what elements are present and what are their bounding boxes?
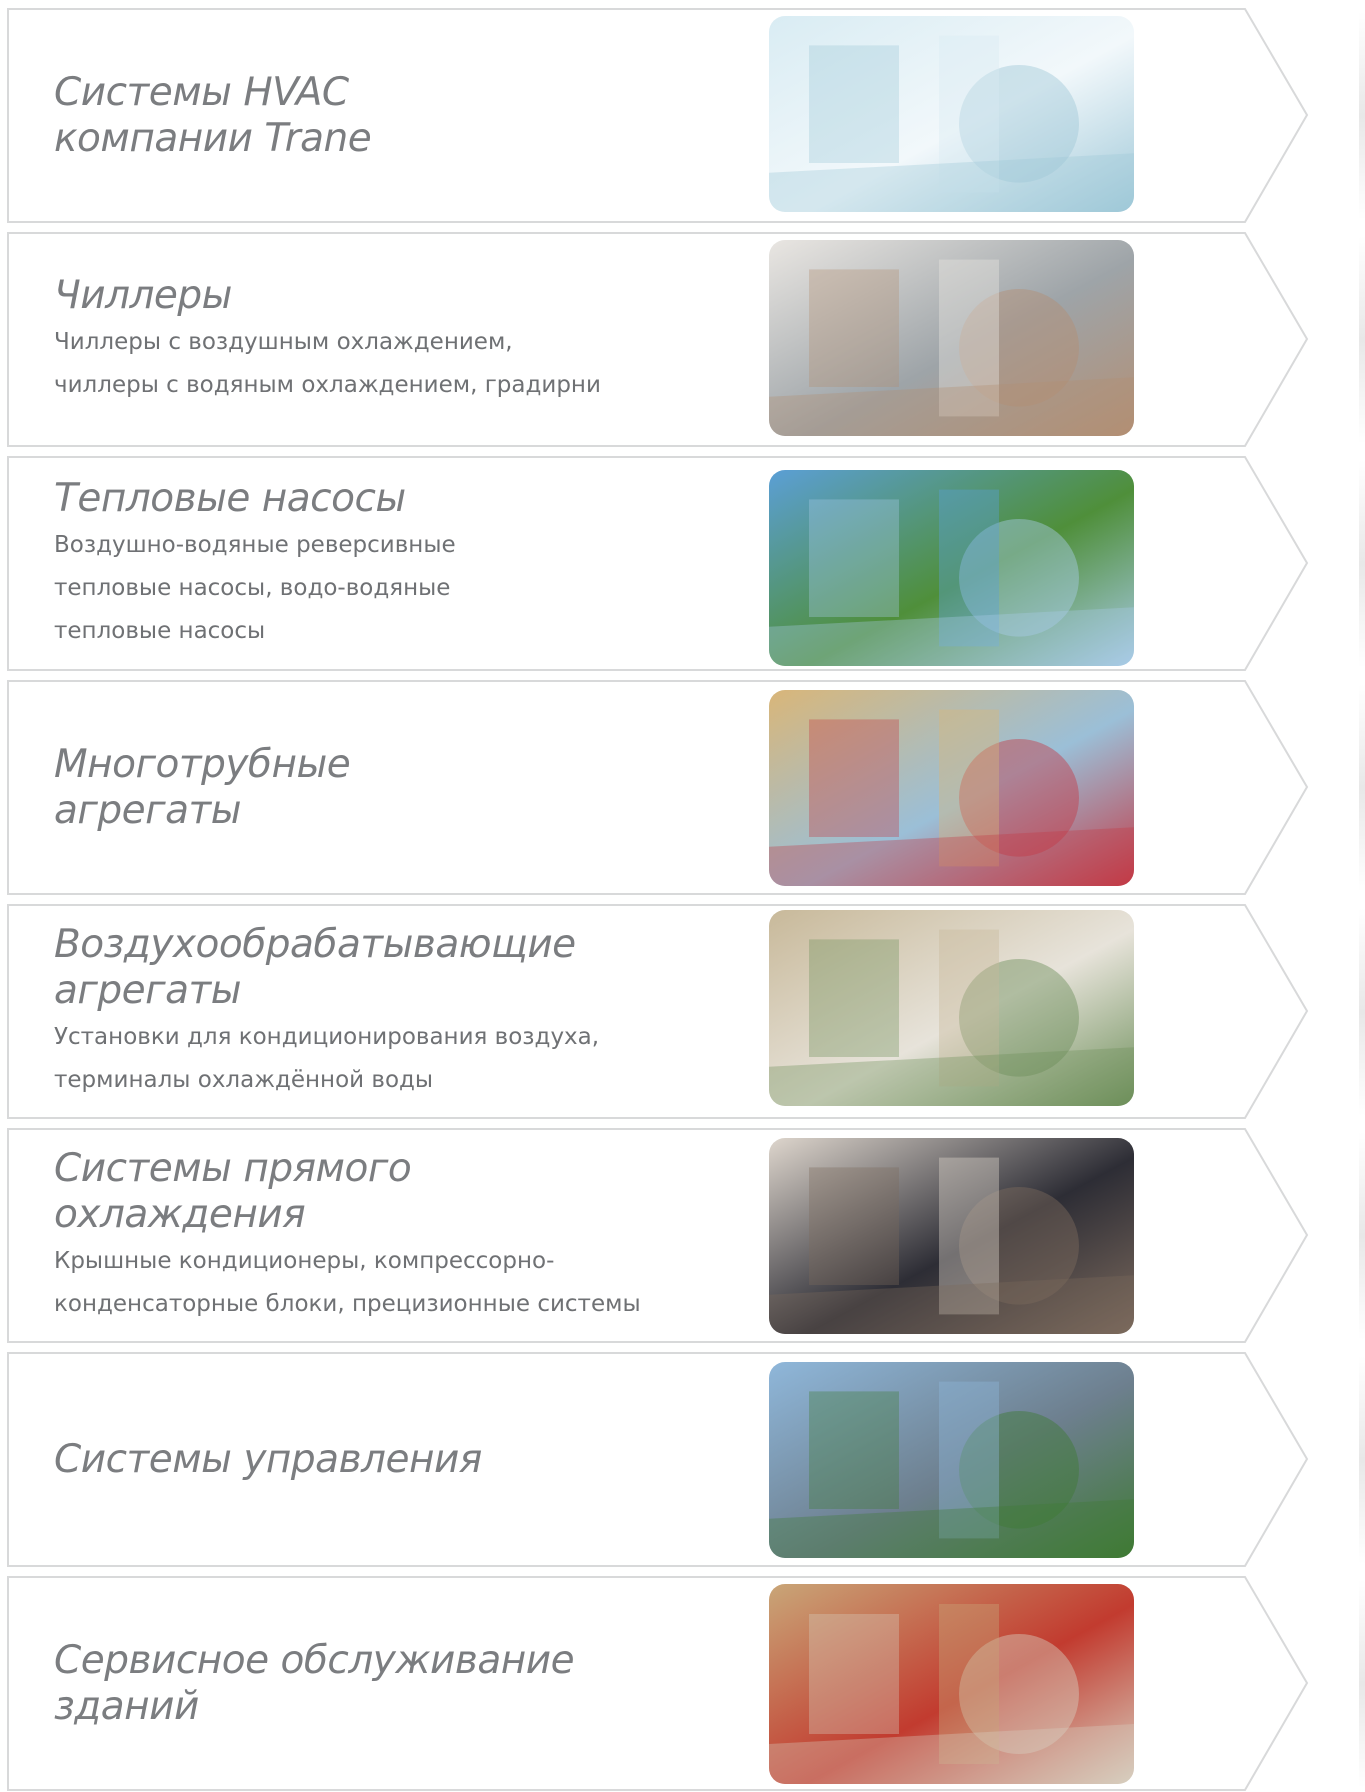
product-card[interactable]: Тепловые насосы Воздушно-водяные реверсив… <box>0 456 1365 672</box>
card-title[interactable]: Сервисное обслуживание зданий <box>54 1638 694 1730</box>
card-description: Воздушно-водяные реверсивные тепловые на… <box>54 532 456 644</box>
page-edge-divider <box>1359 1356 1365 1564</box>
blueprint-building-model-photo <box>769 16 1134 212</box>
product-card[interactable]: Сервисное обслуживание зданий <box>0 1576 1365 1792</box>
page-edge-divider <box>1359 236 1365 444</box>
card-text: Чиллеры Чиллеры с воздушным охлаждением, … <box>54 273 694 407</box>
page-edge-divider <box>1359 684 1365 892</box>
glass-building-with-tree-photo <box>769 470 1134 666</box>
page-edge-divider <box>1359 908 1365 1116</box>
product-card[interactable]: Воздухообрабатывающие агрегаты Установки … <box>0 904 1365 1120</box>
card-text: Воздухообрабатывающие агрегаты Установки … <box>54 922 694 1102</box>
page-edge-divider <box>1359 1580 1365 1788</box>
man-with-building-model-photo <box>769 240 1134 436</box>
card-description: Установки для кондиционирования воздуха,… <box>54 1024 600 1093</box>
card-text: Системы управления <box>54 1437 694 1483</box>
product-card[interactable]: Системы HVAC компании Trane <box>0 8 1365 224</box>
family-with-luggage-hotel-photo <box>769 690 1134 886</box>
product-card[interactable]: Системы прямого охлаждения Крышные кондиц… <box>0 1128 1365 1344</box>
card-title[interactable]: Системы HVAC компании Trane <box>54 70 694 162</box>
card-title[interactable]: Воздухообрабатывающие агрегаты <box>54 922 694 1014</box>
card-text: Сервисное обслуживание зданий <box>54 1638 694 1730</box>
card-text: Системы HVAC компании Trane <box>54 70 694 162</box>
card-title[interactable]: Системы управления <box>54 1437 694 1483</box>
card-text: Системы прямого охлаждения Крышные кондиц… <box>54 1146 694 1326</box>
page-edge-divider <box>1359 1132 1365 1340</box>
product-card[interactable]: Чиллеры Чиллеры с воздушным охлаждением, … <box>0 232 1365 448</box>
page-edge-divider <box>1359 12 1365 220</box>
product-card[interactable]: Системы управления <box>0 1352 1365 1568</box>
card-title[interactable]: Системы прямого охлаждения <box>54 1146 694 1238</box>
card-title[interactable]: Чиллеры <box>54 273 694 319</box>
card-text: Тепловые насосы Воздушно-водяные реверсив… <box>54 476 694 653</box>
card-text: Многотрубные агрегаты <box>54 742 694 834</box>
product-card[interactable]: Многотрубные агрегаты <box>0 680 1365 896</box>
card-title[interactable]: Тепловые насосы <box>54 476 694 522</box>
clothing-store-woman-photo <box>769 1138 1134 1334</box>
atrium-garden-photo <box>769 910 1134 1106</box>
service-technician-photo <box>769 1584 1134 1784</box>
card-description: Крышные кондиционеры, компрессорно- конд… <box>54 1248 641 1317</box>
city-skyline-park-photo <box>769 1362 1134 1558</box>
page-edge-divider <box>1359 460 1365 668</box>
card-title[interactable]: Многотрубные агрегаты <box>54 742 694 834</box>
card-description: Чиллеры с воздушным охлаждением, чиллеры… <box>54 329 601 398</box>
